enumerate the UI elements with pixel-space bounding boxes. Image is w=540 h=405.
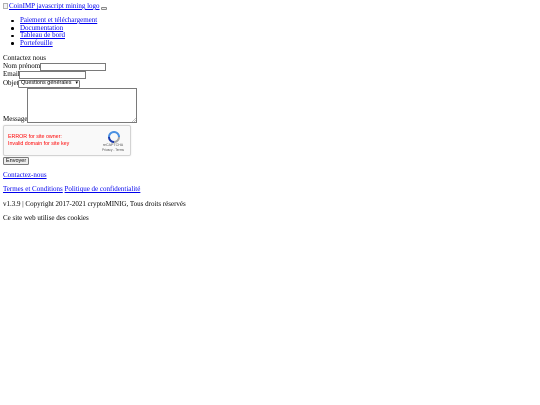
legal-links: Termes et Conditions Politique de confid… [3,185,141,194]
recaptcha-widget[interactable]: ERROR for site owner: Invalid domain for… [3,125,131,156]
page: CoinIMP javascript mining logo Paiement … [0,0,540,405]
main-nav: Paiement et téléchargement Documentation… [10,16,97,48]
privacy-link[interactable]: Politique de confidentialité [65,185,141,193]
nav-toggle-button[interactable] [100,7,107,10]
logo-link[interactable]: CoinIMP javascript mining logo [3,2,100,11]
resize-grip-icon[interactable] [132,118,136,122]
recaptcha-error-line2: Invalid domain for site key [8,140,70,147]
broken-image-icon [3,3,8,9]
nav-item-wallet: Portefeuille [10,39,97,48]
terms-link[interactable]: Termes et Conditions [3,185,63,193]
subject-label: Objet [3,79,19,87]
copyright-text: v1.3.9 | Copyright 2017-2021 cryptoMINIG… [3,200,186,208]
email-label: Email [3,70,20,78]
submit-button[interactable]: Envoyer [3,157,30,165]
cookie-notice: Ce site web utilise des cookies [3,214,89,222]
subject-selected-value: Questions générales [21,80,72,86]
contact-us-link[interactable]: Contactez-nous [3,171,47,180]
logo-alt-text: CoinIMP javascript mining logo [9,2,100,10]
chevron-down-icon: ▾ [75,80,78,86]
name-input[interactable] [40,62,106,71]
subject-select[interactable]: Questions générales ▾ [18,80,80,88]
site-header: CoinIMP javascript mining logo [3,2,107,12]
nav-link-wallet[interactable]: Portefeuille [20,39,53,47]
message-label: Message [3,115,28,123]
email-input[interactable] [19,70,86,79]
recaptcha-privacy-terms[interactable]: Privacy - Terms [100,148,126,153]
message-textarea[interactable] [27,88,137,123]
recaptcha-error: ERROR for site owner: Invalid domain for… [8,134,88,147]
